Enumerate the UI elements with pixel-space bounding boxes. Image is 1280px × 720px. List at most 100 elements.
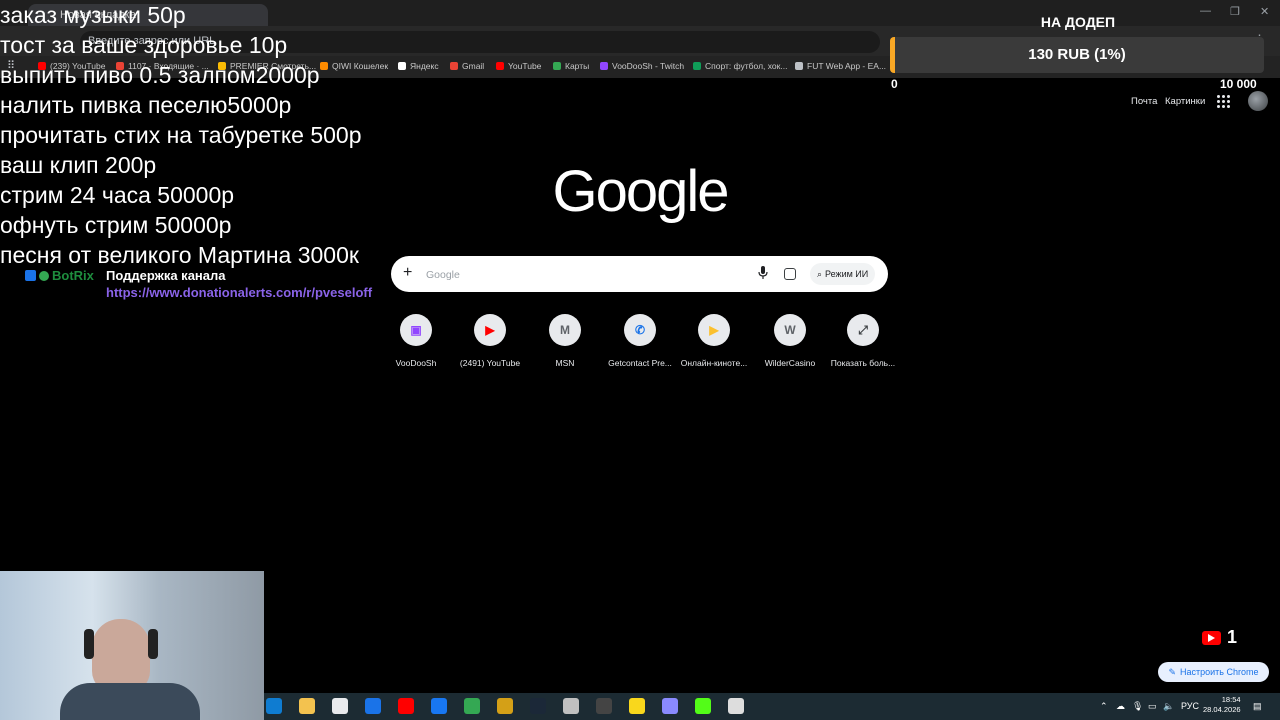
goal-min: 0 (891, 77, 898, 91)
edge-icon[interactable] (266, 698, 282, 714)
webcam-feed (0, 571, 264, 720)
bookmark-label: Gmail (462, 61, 485, 71)
winamp-icon[interactable] (497, 698, 513, 714)
bookmark-item[interactable]: YouTube (496, 61, 541, 71)
bookmark-label: FUT Web App - EA... (807, 61, 887, 71)
display-icon[interactable]: ▭ (1148, 701, 1157, 712)
add-icon[interactable]: + (403, 264, 412, 282)
shortcut-label: Онлайн-киноте... (680, 358, 748, 368)
bookmark-item[interactable]: VooDooSh - Twitch (600, 61, 684, 71)
facebook-icon[interactable] (431, 698, 447, 714)
bookmark-item[interactable]: Gmail (450, 61, 484, 71)
verified-icon (39, 270, 49, 281)
bookmark-label: VooDooSh - Twitch (612, 61, 685, 71)
donation-url: https://www.donationalerts.com/r/pveselo… (106, 285, 373, 300)
viewer-count: 1 (1227, 627, 1238, 647)
bookmark-favicon-icon (398, 62, 406, 70)
bookmark-item[interactable]: QIWI Кошелек (320, 61, 388, 71)
shortcut-label: (2491) YouTube (459, 358, 521, 368)
bookmark-favicon-icon (450, 62, 458, 70)
bookmark-item[interactable]: Карты (553, 61, 589, 71)
botrix-play-icon (25, 270, 36, 281)
network-icon[interactable]: ☁ (1116, 701, 1125, 712)
store-icon[interactable] (332, 698, 348, 714)
menu-line: ваш клип 200р (0, 152, 157, 178)
settings-icon[interactable] (563, 698, 579, 714)
menu-line: выпить пиво 0.5 залпом2000р (0, 62, 320, 88)
goal-progress-text: 130 RUB (1%) (1028, 46, 1126, 63)
botrix-title: Поддержка канала (106, 268, 226, 283)
menu-line: стрим 24 часа 50000р (0, 182, 235, 208)
menu-line: заказ музыки 50р (0, 2, 186, 28)
bookmark-label: Яндекс (410, 61, 439, 71)
chrome-alt-icon[interactable] (728, 698, 744, 714)
bookmark-favicon-icon (553, 62, 561, 70)
mail-icon[interactable] (365, 698, 381, 714)
botrix-name: BotRix (52, 268, 94, 283)
clock-time: 18:54 (1221, 695, 1241, 704)
ai-mode-button[interactable]: ⌕ Режим ИИ (810, 263, 876, 285)
minimize-button[interactable]: — (1200, 5, 1211, 17)
taskbar (264, 693, 1280, 720)
shortcut-tile[interactable]: W WilderCasino (750, 314, 830, 368)
ai-search-icon: ⌕ (817, 268, 823, 279)
bookmark-label: Спорт: футбол, хок... (705, 61, 788, 71)
shortcut-tile[interactable]: M MSN (525, 314, 605, 368)
youtube-icon (1202, 630, 1221, 645)
gmail-link[interactable]: Почта (1131, 96, 1157, 107)
menu-line: прочитать стих на табуретке 500р (0, 122, 362, 148)
shortcut-tile[interactable]: ✆ Getcontact Pre... (600, 314, 680, 368)
shortcut-tile[interactable]: ▶ Онлайн-киноте... (674, 314, 754, 368)
mic-tray-icon[interactable]: 🎙 (1132, 701, 1143, 712)
bars-icon[interactable] (629, 698, 645, 714)
profile-avatar[interactable] (1248, 91, 1268, 111)
youtube-icon: ▶ (485, 323, 495, 337)
bookmark-label: QIWI Кошелек (332, 61, 389, 71)
shortcut-tile[interactable]: ▣ VooDooSh (376, 314, 456, 368)
google-logo: Google (552, 159, 729, 224)
ai-mode-label: Режим ИИ (825, 269, 869, 279)
lens-icon[interactable] (784, 268, 796, 280)
bookmark-item[interactable]: FUT Web App - EA... (795, 61, 886, 71)
search-input[interactable]: Google (426, 269, 460, 281)
google-apps-icon[interactable] (1217, 95, 1230, 108)
shortcut-icon-circle: ▶ (474, 314, 506, 346)
youtube-icon[interactable] (398, 698, 414, 714)
play-icon: ▶ (709, 323, 719, 337)
steam-icon[interactable] (530, 698, 546, 714)
shortcut-tile[interactable]: ▶ (2491) YouTube (450, 314, 530, 368)
menu-line: тост за ваше здоровье 10р (0, 32, 288, 58)
youtube-viewer-counter: 1 (1202, 627, 1237, 648)
volume-icon[interactable]: 🔈 (1163, 701, 1174, 712)
phone-icon: ✆ (634, 323, 646, 337)
bookmark-label: YouTube (508, 61, 542, 71)
obs-icon[interactable] (662, 698, 678, 714)
bookmark-favicon-icon (600, 62, 608, 70)
expand-icon: ⤢ (858, 322, 868, 337)
maximize-button[interactable]: ❐ (1230, 5, 1240, 18)
chrome-icon[interactable] (464, 698, 480, 714)
shortcut-tile[interactable]: ⤢ Показать боль... (823, 314, 903, 368)
bookmark-favicon-icon (320, 62, 328, 70)
clock-date: 28.04.2026 (1203, 705, 1241, 714)
letter-m-icon: M (560, 323, 570, 337)
close-button[interactable]: ✕ (1260, 5, 1269, 18)
microphone-icon[interactable] (758, 266, 768, 280)
kick-icon[interactable] (695, 698, 711, 714)
clock[interactable]: 18:54 28.04.2026 (1203, 695, 1241, 715)
bookmark-label: Карты (565, 61, 590, 71)
bookmark-item[interactable]: Яндекс (398, 61, 439, 71)
bookmark-favicon-icon (496, 62, 504, 70)
explorer-icon[interactable] (299, 698, 315, 714)
language-indicator[interactable]: РУС (1181, 701, 1199, 711)
goal-max: 10 000 (1220, 77, 1257, 91)
notifications-icon[interactable]: ▤ (1253, 701, 1262, 712)
tray-chevron-icon[interactable]: ⌃ (1100, 701, 1108, 712)
customize-chrome-button[interactable]: ✎ Настроить Chrome (1158, 662, 1269, 682)
terminal-icon[interactable] (596, 698, 612, 714)
customize-label: Настроить Chrome (1180, 667, 1259, 677)
images-link[interactable]: Картинки (1165, 96, 1205, 107)
bookmark-item[interactable]: Спорт: футбол, хок... (693, 61, 787, 71)
shortcut-label: MSN (555, 358, 575, 368)
letter-w-icon: W (784, 323, 796, 337)
